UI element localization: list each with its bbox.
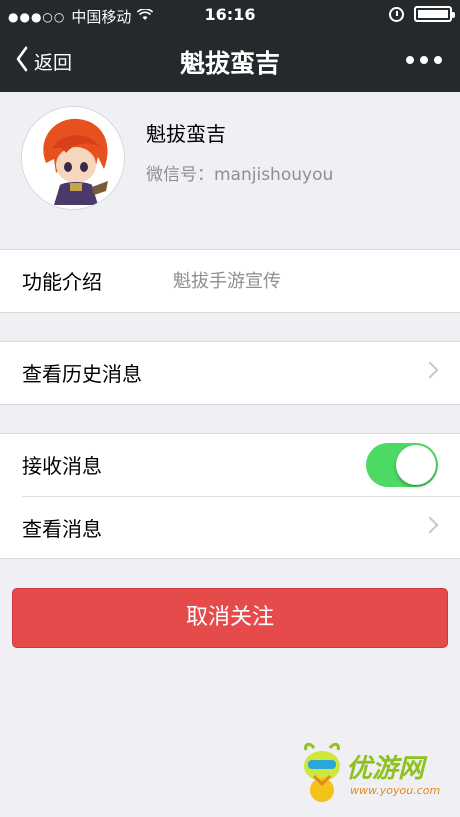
receive-toggle[interactable] [366,443,438,487]
history-label: 查看历史消息 [22,362,142,386]
alarm-icon [389,6,404,22]
chevron-right-icon [421,361,439,379]
message-settings-section: 接收消息 查看消息 [0,433,460,559]
watermark-url: www.yoyou.com [350,784,441,797]
wechat-id: 微信号：manjishouyou [146,165,334,185]
more-button[interactable] [406,56,442,64]
toggle-knob [396,445,436,485]
chevron-right-icon [421,516,439,534]
watermark-logo: 优游网 www.yoyou.com [300,740,450,810]
receive-row: 接收消息 [0,434,460,496]
page-title: 魁拔蛮吉 [179,49,280,78]
account-name: 魁拔蛮吉 [146,122,226,146]
avatar[interactable] [21,106,125,210]
history-row[interactable]: 查看历史消息 [0,342,460,404]
intro-label: 功能介绍 [22,270,102,294]
status-right [389,6,455,22]
intro-value: 魁拔手游宣传 [173,271,281,292]
unfollow-button[interactable]: 取消关注 [12,588,448,648]
mascot-icon [304,742,340,802]
intro-section: 功能介绍 魁拔手游宣传 [0,249,460,313]
history-section: 查看历史消息 [0,341,460,405]
watermark-brand: 优游网 [346,754,425,784]
view-row[interactable]: 查看消息 [22,496,460,558]
more-icon [406,56,414,64]
view-label: 查看消息 [22,517,102,541]
receive-label: 接收消息 [22,454,102,478]
intro-row: 功能介绍 魁拔手游宣传 [0,250,460,312]
battery-icon [414,6,455,22]
status-bar: ●●●○○ 中国移动 16:16 [0,0,460,30]
nav-bar: 返回 魁拔蛮吉 [0,30,460,92]
profile-header: 魁拔蛮吉 微信号：manjishouyou [0,92,460,220]
